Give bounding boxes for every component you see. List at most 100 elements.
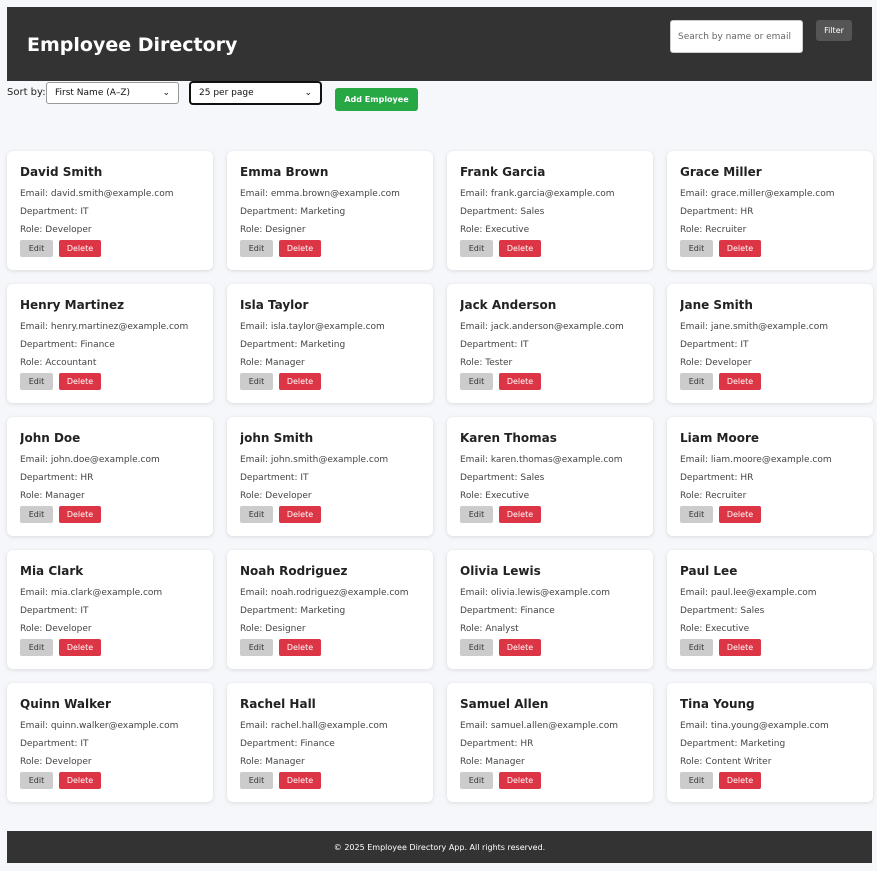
employee-department: Department: Sales: [460, 207, 545, 217]
delete-button[interactable]: Delete: [279, 772, 321, 789]
edit-button[interactable]: Edit: [240, 639, 273, 656]
app-header: Employee Directory Filter: [7, 7, 872, 81]
employee-email: Email: paul.lee@example.com: [680, 588, 817, 598]
employee-email: Email: tina.young@example.com: [680, 721, 829, 731]
employee-role: Role: Executive: [460, 491, 530, 501]
edit-button[interactable]: Edit: [680, 639, 713, 656]
employee-department: Department: HR: [680, 473, 754, 483]
delete-button[interactable]: Delete: [719, 772, 761, 789]
delete-button[interactable]: Delete: [59, 772, 101, 789]
employee-card: Mia Clark Email: mia.clark@example.com Dep…: [7, 550, 213, 669]
employee-department: Department: Sales: [680, 606, 765, 616]
delete-button[interactable]: Delete: [719, 506, 761, 523]
per-page-select[interactable]: 25 per page ⌄: [189, 81, 322, 105]
card-actions: Edit Delete: [460, 772, 541, 789]
employee-email: Email: samuel.allen@example.com: [460, 721, 619, 731]
employee-role: Role: Content Writer: [680, 757, 772, 767]
delete-button[interactable]: Delete: [279, 506, 321, 523]
employee-department: Department: IT: [20, 207, 89, 217]
employee-role: Role: Accountant: [20, 358, 97, 368]
delete-button[interactable]: Delete: [719, 240, 761, 257]
delete-button[interactable]: Delete: [59, 240, 101, 257]
delete-button[interactable]: Delete: [719, 373, 761, 390]
edit-button[interactable]: Edit: [20, 240, 53, 257]
edit-button[interactable]: Edit: [240, 506, 273, 523]
footer-text: © 2025 Employee Directory App. All right…: [333, 842, 546, 852]
employee-role: Role: Developer: [20, 624, 92, 634]
employee-email: Email: henry.martinez@example.com: [20, 322, 189, 332]
employee-name: Henry Martinez: [20, 298, 125, 312]
delete-button[interactable]: Delete: [279, 373, 321, 390]
employee-role: Role: Developer: [240, 491, 312, 501]
employee-email: Email: jane.smith@example.com: [680, 322, 828, 332]
edit-button[interactable]: Edit: [20, 506, 53, 523]
edit-button[interactable]: Edit: [680, 506, 713, 523]
employee-department: Department: Finance: [20, 340, 115, 350]
employee-role: Role: Executive: [460, 225, 530, 235]
employee-name: Jane Smith: [680, 298, 753, 312]
employee-role: Role: Designer: [240, 624, 306, 634]
edit-button[interactable]: Edit: [460, 639, 493, 656]
employee-name: Karen Thomas: [460, 431, 557, 445]
employee-role: Role: Analyst: [460, 624, 519, 634]
card-actions: Edit Delete: [240, 506, 321, 523]
edit-button[interactable]: Edit: [240, 373, 273, 390]
employee-card: Frank Garcia Email: frank.garcia@example.…: [447, 151, 653, 270]
delete-button[interactable]: Delete: [59, 373, 101, 390]
delete-button[interactable]: Delete: [719, 639, 761, 656]
employee-role: Role: Recruiter: [680, 225, 747, 235]
employee-department: Department: HR: [460, 739, 534, 749]
employee-department: Department: Sales: [460, 473, 545, 483]
edit-button[interactable]: Edit: [240, 772, 273, 789]
employee-card: Samuel Allen Email: samuel.allen@example.…: [447, 683, 653, 802]
edit-button[interactable]: Edit: [460, 772, 493, 789]
delete-button[interactable]: Delete: [499, 373, 541, 390]
delete-button[interactable]: Delete: [279, 240, 321, 257]
employee-role: Role: Developer: [20, 225, 92, 235]
employee-role: Role: Manager: [240, 358, 305, 368]
edit-button[interactable]: Edit: [240, 240, 273, 257]
search-input[interactable]: [670, 20, 803, 53]
delete-button[interactable]: Delete: [499, 772, 541, 789]
employee-department: Department: Finance: [240, 739, 335, 749]
edit-button[interactable]: Edit: [20, 639, 53, 656]
edit-button[interactable]: Edit: [680, 373, 713, 390]
employee-name: Liam Moore: [680, 431, 760, 445]
employee-email: Email: rachel.hall@example.com: [240, 721, 388, 731]
employee-email: Email: liam.moore@example.com: [680, 455, 832, 465]
employee-department: Department: IT: [20, 606, 89, 616]
employee-email: Email: noah.rodriguez@example.com: [240, 588, 409, 598]
chevron-down-icon: ⌄: [304, 88, 312, 98]
employee-card: Liam Moore Email: liam.moore@example.com D…: [667, 417, 873, 536]
employee-name: Samuel Allen: [460, 697, 549, 711]
delete-button[interactable]: Delete: [59, 639, 101, 656]
employee-name: john Smith: [240, 431, 314, 445]
delete-button[interactable]: Delete: [499, 639, 541, 656]
delete-button[interactable]: Delete: [499, 240, 541, 257]
employee-email: Email: mia.clark@example.com: [20, 588, 163, 598]
employee-role: Role: Manager: [460, 757, 525, 767]
edit-button[interactable]: Edit: [460, 506, 493, 523]
delete-button[interactable]: Delete: [279, 639, 321, 656]
filter-button[interactable]: Filter: [816, 20, 852, 41]
employee-department: Department: Finance: [460, 606, 555, 616]
add-employee-button[interactable]: Add Employee: [335, 88, 418, 111]
employee-name: Frank Garcia: [460, 165, 546, 179]
sort-select[interactable]: First Name (A–Z) ⌄: [46, 82, 179, 104]
edit-button[interactable]: Edit: [20, 772, 53, 789]
edit-button[interactable]: Edit: [680, 772, 713, 789]
employee-email: Email: karen.thomas@example.com: [460, 455, 623, 465]
employee-department: Department: HR: [20, 473, 94, 483]
employee-email: Email: quinn.walker@example.com: [20, 721, 179, 731]
edit-button[interactable]: Edit: [20, 373, 53, 390]
delete-button[interactable]: Delete: [499, 506, 541, 523]
employee-card: Henry Martinez Email: henry.martinez@exam…: [7, 284, 213, 403]
edit-button[interactable]: Edit: [460, 240, 493, 257]
employee-card: Grace Miller Email: grace.miller@example.…: [667, 151, 873, 270]
employee-name: Jack Anderson: [460, 298, 557, 312]
edit-button[interactable]: Edit: [460, 373, 493, 390]
delete-button[interactable]: Delete: [59, 506, 101, 523]
edit-button[interactable]: Edit: [680, 240, 713, 257]
card-actions: Edit Delete: [20, 772, 101, 789]
employee-card: John Doe Email: john.doe@example.com Depar…: [7, 417, 213, 536]
